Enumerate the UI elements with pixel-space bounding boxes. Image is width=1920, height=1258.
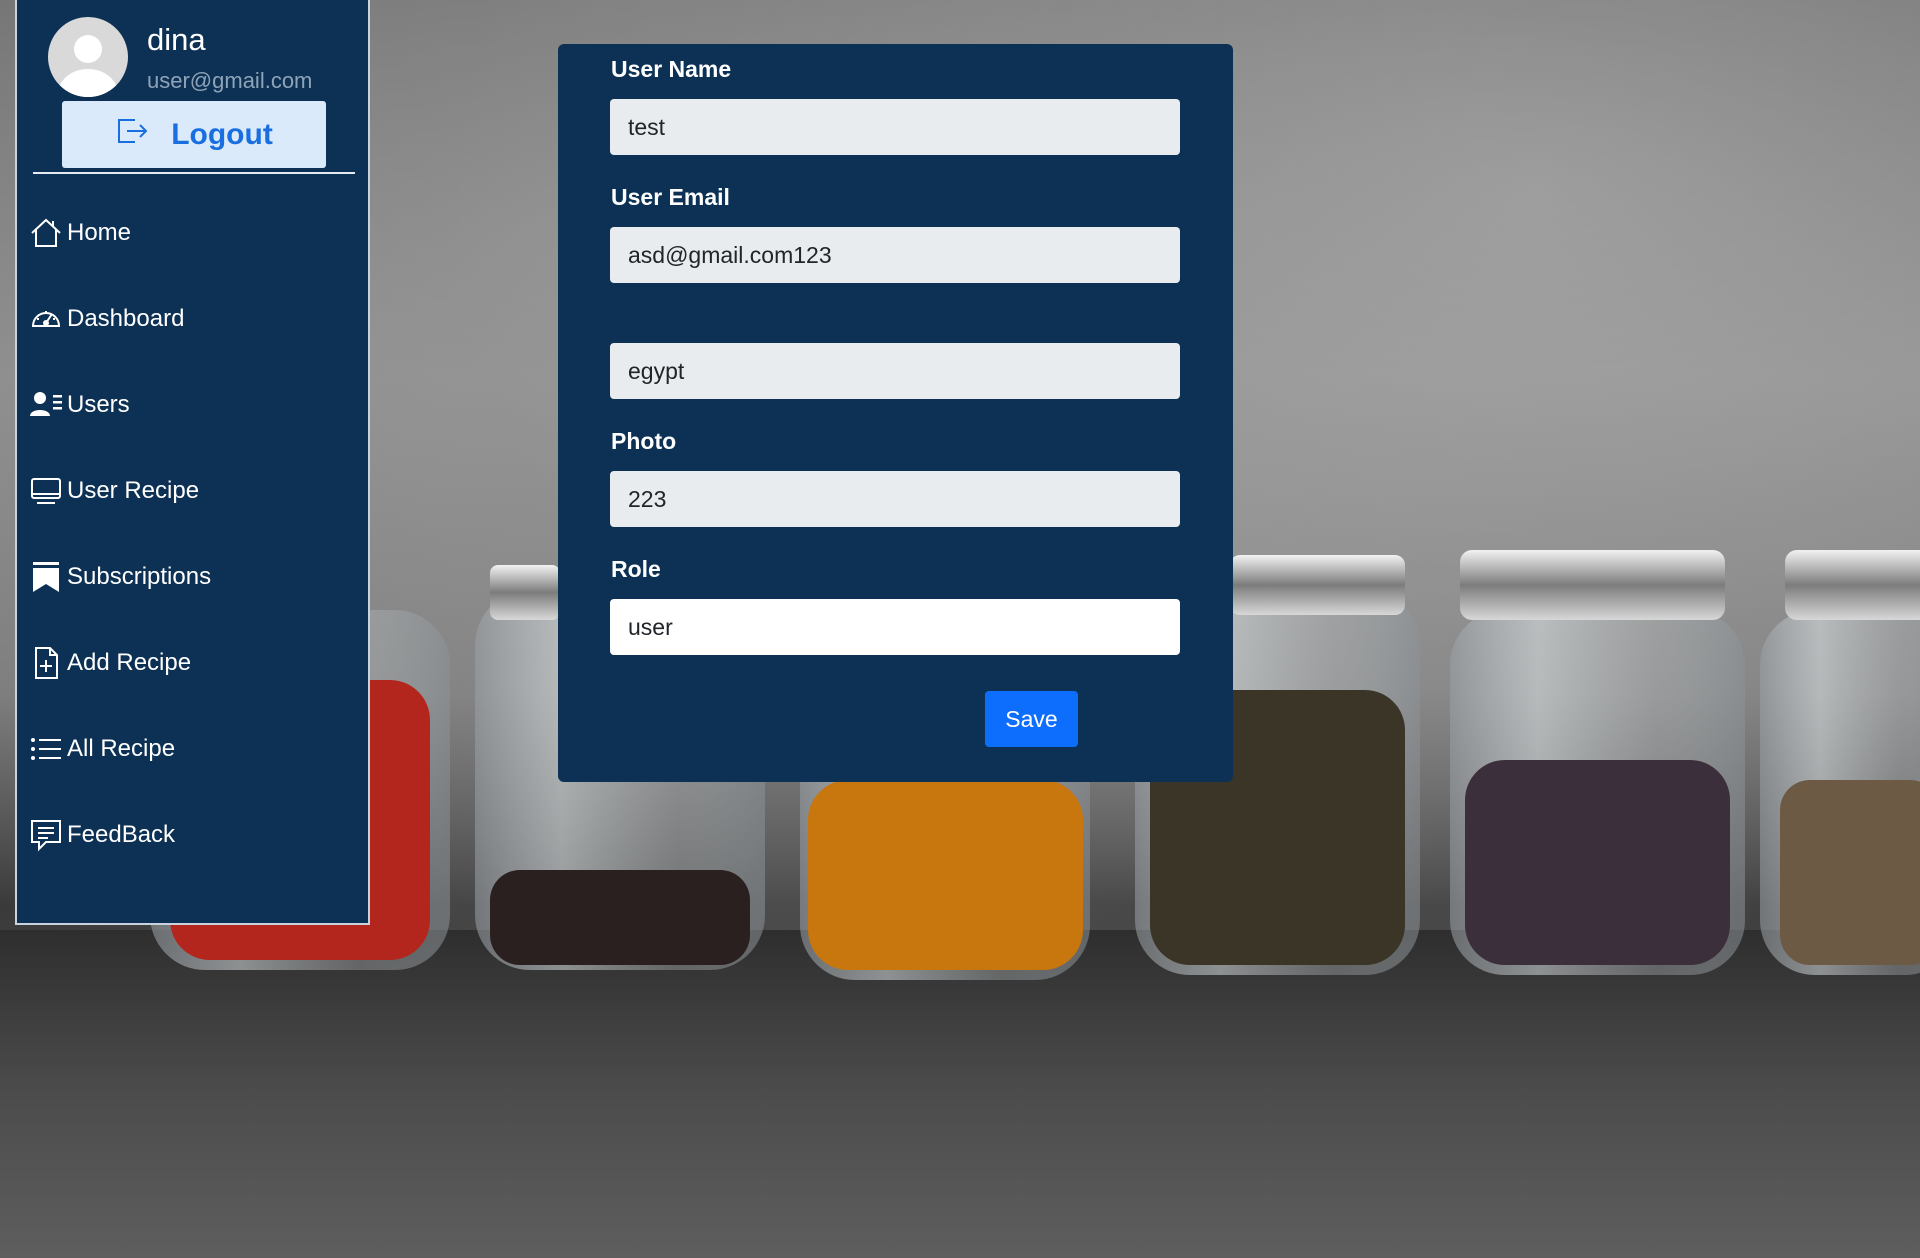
sidebar-item-subscriptions[interactable]: Subscriptions xyxy=(17,534,368,620)
logout-button[interactable]: Logout xyxy=(62,101,326,168)
sidebar-item-label: Add Recipe xyxy=(67,649,192,676)
sidebar-item-all-recipe[interactable]: All Recipe xyxy=(17,706,368,792)
photo-label: Photo xyxy=(611,428,677,454)
user-email: user@gmail.com xyxy=(147,68,313,93)
logout-icon xyxy=(115,117,149,153)
list-icon xyxy=(27,730,65,768)
sidebar-item-add-recipe[interactable]: Add Recipe xyxy=(17,620,368,706)
sidebar-item-label: Dashboard xyxy=(67,305,185,332)
user-email-label: User Email xyxy=(611,184,730,210)
user-name-input[interactable] xyxy=(610,99,1180,155)
avatar xyxy=(48,17,128,97)
user-email-input[interactable] xyxy=(610,227,1180,283)
sidebar-item-label: User Recipe xyxy=(67,477,200,504)
sidebar-divider xyxy=(33,172,355,174)
sidebar-item-home[interactable]: Home xyxy=(17,190,368,276)
save-button[interactable]: Save xyxy=(985,691,1078,747)
sidebar-item-users[interactable]: Users xyxy=(17,362,368,448)
chat-square-text-icon xyxy=(27,816,65,854)
user-name: dina xyxy=(147,22,206,57)
file-plus-icon xyxy=(27,644,65,682)
speedometer-icon xyxy=(27,300,65,338)
sidebar-item-dashboard[interactable]: Dashboard xyxy=(17,276,368,362)
edit-user-form: User Name User Email Photo Role Save xyxy=(558,44,1233,782)
sidebar-item-label: Home xyxy=(67,219,132,246)
sidebar-item-label: All Recipe xyxy=(67,735,176,762)
logout-label: Logout xyxy=(171,117,273,151)
photo-input[interactable] xyxy=(610,471,1180,527)
sidebar-item-label: FeedBack xyxy=(67,821,176,848)
sidebar-item-user-recipe[interactable]: User Recipe xyxy=(17,448,368,534)
home-icon xyxy=(27,214,65,252)
user-name-label: User Name xyxy=(611,56,732,82)
sidebar-item-label: Users xyxy=(67,391,130,418)
sidebar-item-feedback[interactable]: FeedBack xyxy=(17,792,368,878)
profile-section: dina user@gmail.com Logout xyxy=(17,0,368,175)
role-input[interactable] xyxy=(610,599,1180,655)
display-icon xyxy=(27,472,65,510)
sidebar-item-label: Subscriptions xyxy=(67,563,212,590)
sidebar: dina user@gmail.com Logout Home Dashboar… xyxy=(15,0,370,925)
sidebar-nav: Home Dashboard Users User Recipe Subscri… xyxy=(17,190,368,878)
bookmarks-icon xyxy=(27,558,65,596)
role-label: Role xyxy=(611,556,661,582)
country-input[interactable] xyxy=(610,343,1180,399)
users-icon xyxy=(27,386,65,424)
